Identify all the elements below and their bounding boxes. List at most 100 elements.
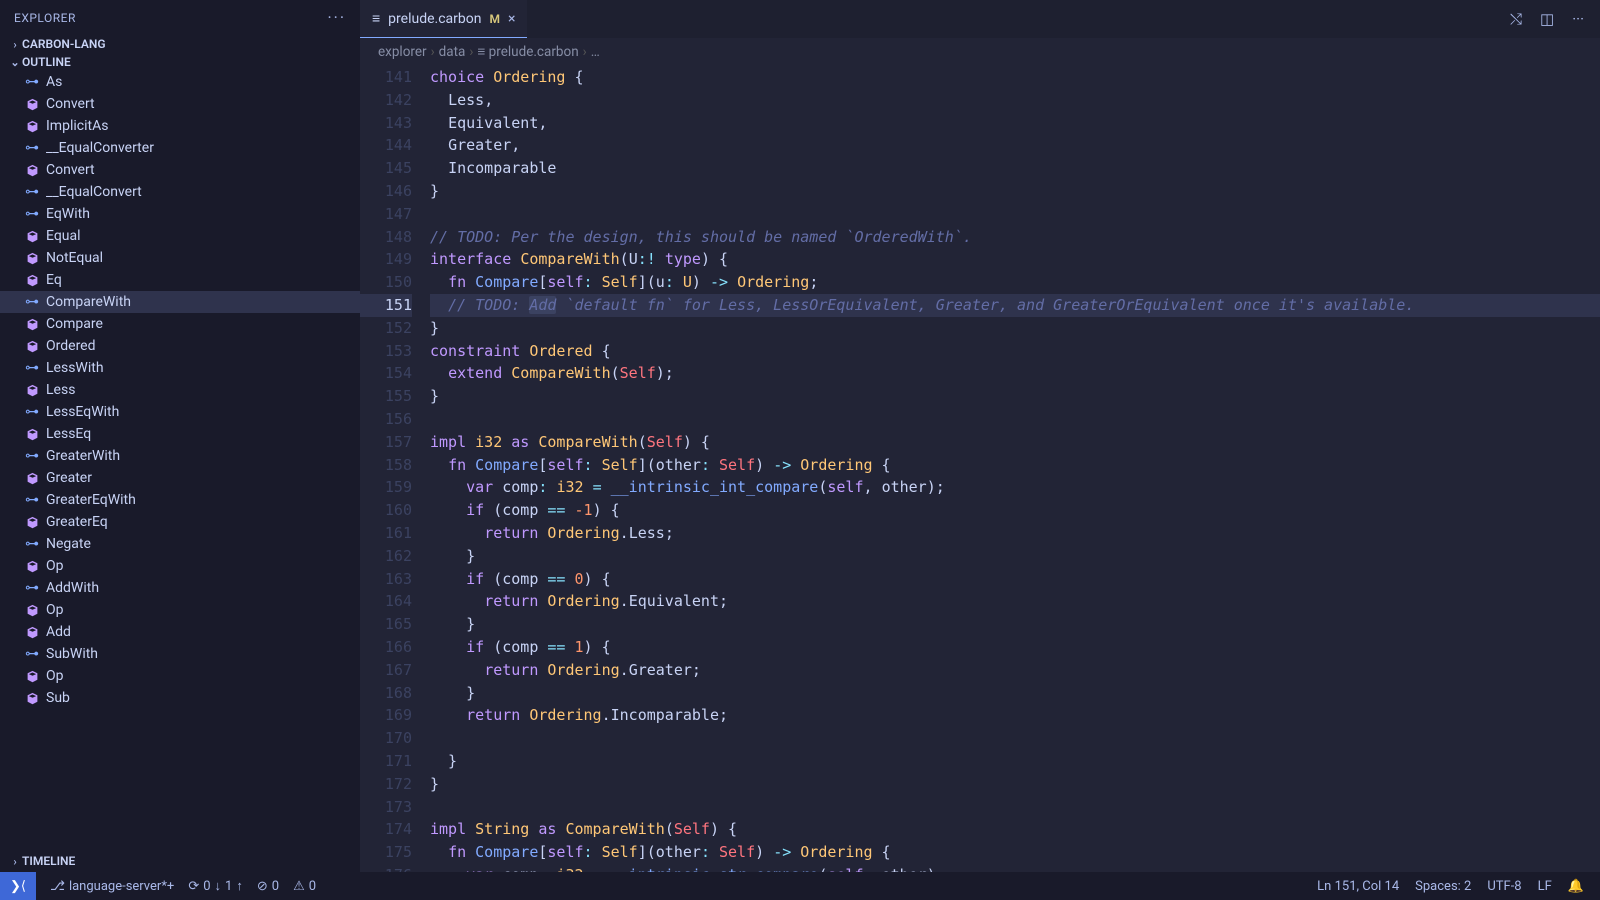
outline-item[interactable]: Greater [0, 467, 360, 489]
outline-item-label: Ordered [46, 338, 96, 354]
split-icon[interactable]: ◫ [1540, 10, 1554, 28]
explorer-title: EXPLORER [14, 11, 76, 25]
explorer-more-icon[interactable]: ··· [327, 8, 346, 27]
outline-item[interactable]: AddWith [0, 577, 360, 599]
outline-item[interactable]: Op [0, 665, 360, 687]
breadcrumb-segment[interactable]: explorer [378, 44, 427, 60]
compare-icon[interactable]: ⤭ [1510, 10, 1522, 28]
error-count[interactable]: ⊘0 [257, 879, 279, 894]
indent-spaces[interactable]: Spaces: 2 [1415, 879, 1471, 894]
line-gutter: 1411421431441451461471481491501511521531… [360, 66, 430, 872]
modified-indicator: M [489, 12, 500, 26]
struct-icon [24, 470, 40, 486]
struct-icon [24, 514, 40, 530]
chevron-right-icon: › [8, 855, 22, 868]
outline-item[interactable]: Convert [0, 93, 360, 115]
interface-icon [24, 294, 40, 310]
outline-item[interactable]: Equal [0, 225, 360, 247]
breadcrumb-segment[interactable]: data [439, 44, 466, 60]
outline-item[interactable]: ImplicitAs [0, 115, 360, 137]
outline-item[interactable]: GreaterEq [0, 511, 360, 533]
outline-item-label: Op [46, 668, 64, 684]
encoding[interactable]: UTF-8 [1487, 879, 1521, 894]
outline-item-label: LessEqWith [46, 404, 119, 420]
outline-item-label: SubWith [46, 646, 98, 662]
outline-item-label: NotEqual [46, 250, 103, 266]
outline-item[interactable]: Compare [0, 313, 360, 335]
outline-item[interactable]: __EqualConvert [0, 181, 360, 203]
code-lines[interactable]: choice Ordering { Less, Equivalent, Grea… [430, 66, 1600, 872]
project-section-header[interactable]: › CARBON-LANG [0, 35, 360, 53]
outline-item-label: __EqualConverter [46, 140, 154, 156]
struct-icon [24, 118, 40, 134]
outline-item-label: Less [46, 382, 75, 398]
outline-item-label: CompareWith [46, 294, 131, 310]
outline-item-label: GreaterEq [46, 514, 108, 530]
outline-item[interactable]: GreaterEqWith [0, 489, 360, 511]
tab-prelude[interactable]: ≡ prelude.carbon M × [360, 0, 527, 38]
timeline-section-header[interactable]: › TIMELINE [0, 850, 360, 872]
outline-item[interactable]: Add [0, 621, 360, 643]
outline-item-label: GreaterEqWith [46, 492, 136, 508]
struct-icon [24, 668, 40, 684]
outline-item-label: Compare [46, 316, 103, 332]
outline-item[interactable]: Eq [0, 269, 360, 291]
outline-section-header[interactable]: ⌄ OUTLINE [0, 53, 360, 71]
outline-item[interactable]: GreaterWith [0, 445, 360, 467]
warning-count[interactable]: ⚠0 [293, 879, 316, 894]
outline-item-label: LessEq [46, 426, 91, 442]
struct-icon [24, 96, 40, 112]
close-icon[interactable]: × [508, 11, 515, 27]
outline-item[interactable]: Less [0, 379, 360, 401]
outline-item[interactable]: As [0, 71, 360, 93]
outline-item[interactable]: Op [0, 599, 360, 621]
interface-icon [24, 206, 40, 222]
outline-title: OUTLINE [22, 55, 71, 69]
status-bar: ❯⟨ ⎇language-server*+ ⟳0↓ 1↑ ⊘0 ⚠0 Ln 15… [0, 872, 1600, 900]
git-branch[interactable]: ⎇language-server*+ [50, 879, 174, 894]
struct-icon [24, 162, 40, 178]
outline-item-label: __EqualConvert [46, 184, 142, 200]
remote-indicator[interactable]: ❯⟨ [0, 872, 36, 900]
breadcrumb-segment[interactable]: ≡ prelude.carbon [477, 44, 578, 60]
outline-item-label: Negate [46, 536, 91, 552]
outline-item[interactable]: EqWith [0, 203, 360, 225]
outline-item[interactable]: __EqualConverter [0, 137, 360, 159]
outline-item-label: ImplicitAs [46, 118, 108, 134]
file-icon: ≡ [372, 10, 380, 27]
struct-icon [24, 624, 40, 640]
outline-item[interactable]: LessWith [0, 357, 360, 379]
outline-item[interactable]: Ordered [0, 335, 360, 357]
interface-icon [24, 492, 40, 508]
outline-item-label: Add [46, 624, 71, 640]
cursor-position[interactable]: Ln 151, Col 14 [1317, 879, 1399, 894]
outline-item[interactable]: CompareWith [0, 291, 360, 313]
eol[interactable]: LF [1538, 879, 1552, 894]
interface-icon [24, 536, 40, 552]
editor-area: ≡ prelude.carbon M × ⤭ ◫ ··· explorer › … [360, 0, 1600, 872]
outline-item[interactable]: Op [0, 555, 360, 577]
tab-filename: prelude.carbon [388, 11, 481, 27]
outline-item[interactable]: Negate [0, 533, 360, 555]
code-editor[interactable]: 1411421431441451461471481491501511521531… [360, 66, 1600, 872]
outline-item-label: GreaterWith [46, 448, 120, 464]
outline-item[interactable]: Sub [0, 687, 360, 709]
more-icon[interactable]: ··· [1572, 10, 1584, 28]
outline-item-label: As [46, 74, 62, 90]
outline-item[interactable]: Convert [0, 159, 360, 181]
outline-item[interactable]: LessEq [0, 423, 360, 445]
breadcrumb[interactable]: explorer › data › ≡ prelude.carbon › … [360, 38, 1600, 66]
struct-icon [24, 382, 40, 398]
outline-item[interactable]: SubWith [0, 643, 360, 665]
outline-item-label: Sub [46, 690, 70, 706]
outline-item-label: Op [46, 558, 64, 574]
outline-item[interactable]: NotEqual [0, 247, 360, 269]
interface-icon [24, 646, 40, 662]
interface-icon [24, 448, 40, 464]
outline-item[interactable]: LessEqWith [0, 401, 360, 423]
sync-status[interactable]: ⟳0↓ 1↑ [188, 878, 243, 894]
project-name: CARBON-LANG [22, 37, 106, 51]
outline-item-label: Eq [46, 272, 62, 288]
breadcrumb-segment[interactable]: … [591, 44, 600, 60]
notifications-icon[interactable]: 🔔 [1568, 879, 1584, 894]
